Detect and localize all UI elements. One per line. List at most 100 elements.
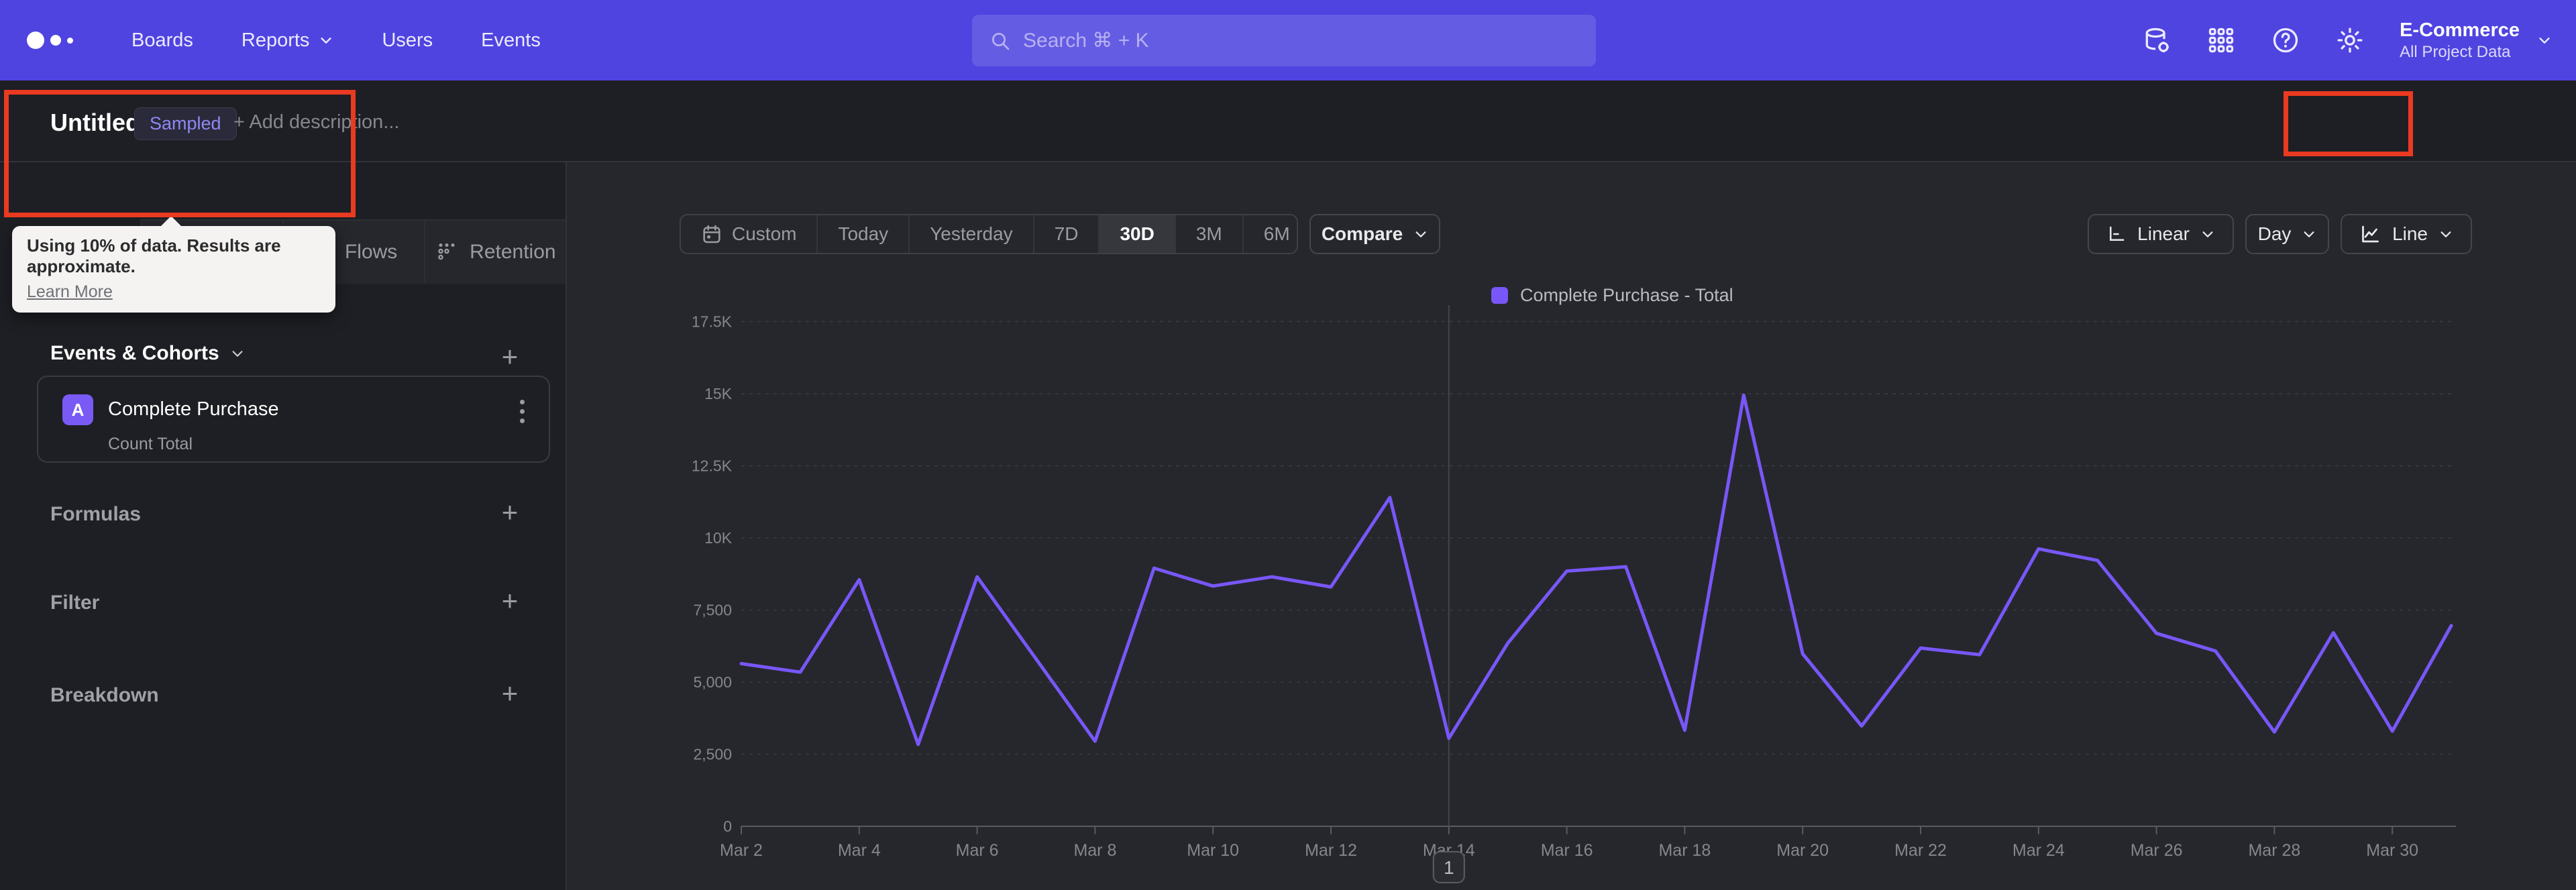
chart-annotation-badge[interactable]: 1 bbox=[1432, 851, 1465, 883]
svg-text:0: 0 bbox=[723, 818, 732, 835]
svg-text:Mar 18: Mar 18 bbox=[1658, 841, 1711, 860]
chevron-down-icon bbox=[321, 38, 332, 44]
chart-type-dropdown[interactable]: Line bbox=[2341, 214, 2472, 254]
svg-text:Mar 6: Mar 6 bbox=[956, 841, 999, 860]
svg-text:Mar 4: Mar 4 bbox=[838, 841, 881, 860]
svg-text:Mar 16: Mar 16 bbox=[1541, 841, 1593, 860]
range-yesterday[interactable]: Yesterday bbox=[910, 215, 1034, 253]
range-3m[interactable]: 3M bbox=[1176, 215, 1244, 253]
project-name: E-Commerce bbox=[2400, 19, 2520, 42]
svg-text:7,500: 7,500 bbox=[693, 602, 732, 619]
nav-item-users[interactable]: Users bbox=[382, 30, 433, 52]
chevron-down-icon bbox=[1415, 231, 1426, 237]
sampling-tooltip: Using 10% of data. Results are approxima… bbox=[12, 216, 335, 313]
apps-grid-icon[interactable] bbox=[2206, 25, 2236, 55]
chevron-down-icon bbox=[2202, 231, 2213, 237]
svg-text:Mar 10: Mar 10 bbox=[1187, 841, 1239, 860]
scale-dropdown[interactable]: Linear bbox=[2088, 214, 2234, 254]
chart-panel: Custom Today Yesterday 7D 30D 3M 6M 12M … bbox=[567, 162, 2576, 890]
nav-menu: Boards Reports Users Events bbox=[131, 30, 541, 52]
nav-item-label: Reports bbox=[241, 29, 310, 51]
svg-text:Mar 8: Mar 8 bbox=[1073, 841, 1116, 860]
sampled-badge[interactable]: Sampled bbox=[134, 107, 237, 140]
date-range-control: Custom Today Yesterday 7D 30D 3M 6M 12M bbox=[680, 214, 1298, 254]
help-icon[interactable] bbox=[2271, 25, 2300, 55]
linear-scale-icon bbox=[2110, 226, 2125, 241]
add-filter-button[interactable]: + bbox=[495, 585, 525, 616]
chevron-down-icon bbox=[2440, 231, 2451, 237]
compare-label: Compare bbox=[1321, 223, 1403, 244]
svg-text:Mar 24: Mar 24 bbox=[2012, 841, 2065, 860]
event-letter-badge: A bbox=[62, 394, 93, 425]
svg-text:17.5K: 17.5K bbox=[692, 313, 733, 331]
event-card[interactable]: A Complete Purchase Count Total bbox=[37, 376, 550, 463]
range-7d[interactable]: 7D bbox=[1034, 215, 1100, 253]
search-placeholder: Search ⌘ + K bbox=[1023, 30, 1149, 52]
series-line bbox=[739, 393, 2453, 746]
range-label: Yesterday bbox=[930, 223, 1013, 244]
search-icon bbox=[992, 32, 1010, 50]
range-label: Today bbox=[838, 223, 889, 244]
add-breakdown-button[interactable]: + bbox=[495, 677, 525, 709]
project-selector[interactable]: E-Commerce All Project Data bbox=[2400, 18, 2552, 62]
event-menu-button[interactable] bbox=[520, 400, 525, 423]
svg-text:12.5K: 12.5K bbox=[692, 457, 733, 475]
svg-text:Mar 12: Mar 12 bbox=[1305, 841, 1357, 860]
nav-item-reports[interactable]: Reports bbox=[241, 30, 334, 52]
filter-row-label: Filter bbox=[50, 592, 100, 614]
range-label: 3M bbox=[1195, 223, 1222, 244]
svg-text:Mar 22: Mar 22 bbox=[1894, 841, 1947, 860]
report-title[interactable]: Untitled bbox=[50, 109, 140, 137]
scale-label: Linear bbox=[2137, 223, 2190, 244]
range-label: 7D bbox=[1054, 223, 1079, 244]
search-input[interactable]: Search ⌘ + K bbox=[972, 15, 1596, 66]
add-description-button[interactable]: + Add description... bbox=[233, 111, 399, 133]
breakdown-row-label: Breakdown bbox=[50, 684, 159, 706]
project-scope: All Project Data bbox=[2400, 42, 2511, 61]
top-nav: Boards Reports Users Events Search ⌘ + K bbox=[0, 0, 2576, 80]
svg-text:Mar 26: Mar 26 bbox=[2131, 841, 2183, 860]
nav-item-label: Users bbox=[382, 29, 433, 51]
svg-text:2,500: 2,500 bbox=[693, 746, 732, 763]
tab-label: Retention bbox=[470, 241, 556, 263]
data-management-icon[interactable] bbox=[2142, 25, 2171, 55]
calendar-icon bbox=[703, 225, 720, 243]
mixpanel-logo-icon[interactable] bbox=[27, 32, 74, 49]
svg-text:Mar 20: Mar 20 bbox=[1776, 841, 1829, 860]
range-label: Custom bbox=[732, 223, 797, 244]
interval-dropdown[interactable]: Day bbox=[2245, 214, 2329, 254]
svg-text:5,000: 5,000 bbox=[693, 673, 732, 691]
tab-retention[interactable]: Retention bbox=[423, 219, 566, 284]
add-formula-button[interactable]: + bbox=[495, 496, 525, 528]
svg-text:Mar 30: Mar 30 bbox=[2366, 841, 2418, 860]
range-today[interactable]: Today bbox=[818, 215, 910, 253]
section-label: Events & Cohorts bbox=[50, 342, 219, 364]
range-6m[interactable]: 6M bbox=[1244, 215, 1297, 253]
nav-item-events[interactable]: Events bbox=[481, 30, 541, 52]
event-metric[interactable]: Count Total bbox=[108, 435, 193, 454]
svg-text:15K: 15K bbox=[704, 385, 733, 402]
interval-label: Day bbox=[2257, 223, 2292, 244]
nav-item-label: Events bbox=[481, 29, 541, 51]
svg-text:10K: 10K bbox=[704, 529, 733, 547]
range-label: 30D bbox=[1120, 223, 1155, 244]
settings-gear-icon[interactable] bbox=[2335, 25, 2365, 55]
chart-type-label: Line bbox=[2392, 223, 2428, 244]
events-cohorts-heading[interactable]: Events & Cohorts bbox=[50, 342, 245, 365]
svg-text:Mar 2: Mar 2 bbox=[720, 841, 763, 860]
compare-dropdown[interactable]: Compare bbox=[1309, 214, 1440, 254]
learn-more-link[interactable]: Learn More bbox=[27, 282, 113, 302]
nav-item-label: Boards bbox=[131, 29, 193, 51]
chevron-down-icon bbox=[2539, 38, 2550, 44]
nav-item-boards[interactable]: Boards bbox=[131, 30, 193, 52]
range-30d[interactable]: 30D bbox=[1099, 215, 1176, 253]
report-header: Untitled Sampled + Add description... Sa… bbox=[0, 80, 2576, 313]
svg-text:1: 1 bbox=[1444, 857, 1454, 878]
event-name: Complete Purchase bbox=[108, 398, 279, 420]
body: Insights Funnels Flows bbox=[0, 162, 2576, 890]
range-custom[interactable]: Custom bbox=[681, 215, 818, 253]
range-label: 6M bbox=[1263, 223, 1290, 244]
tooltip-message: Using 10% of data. Results are approxima… bbox=[27, 235, 281, 276]
add-event-button[interactable]: + bbox=[495, 341, 525, 372]
line-chart-icon bbox=[2362, 225, 2379, 243]
